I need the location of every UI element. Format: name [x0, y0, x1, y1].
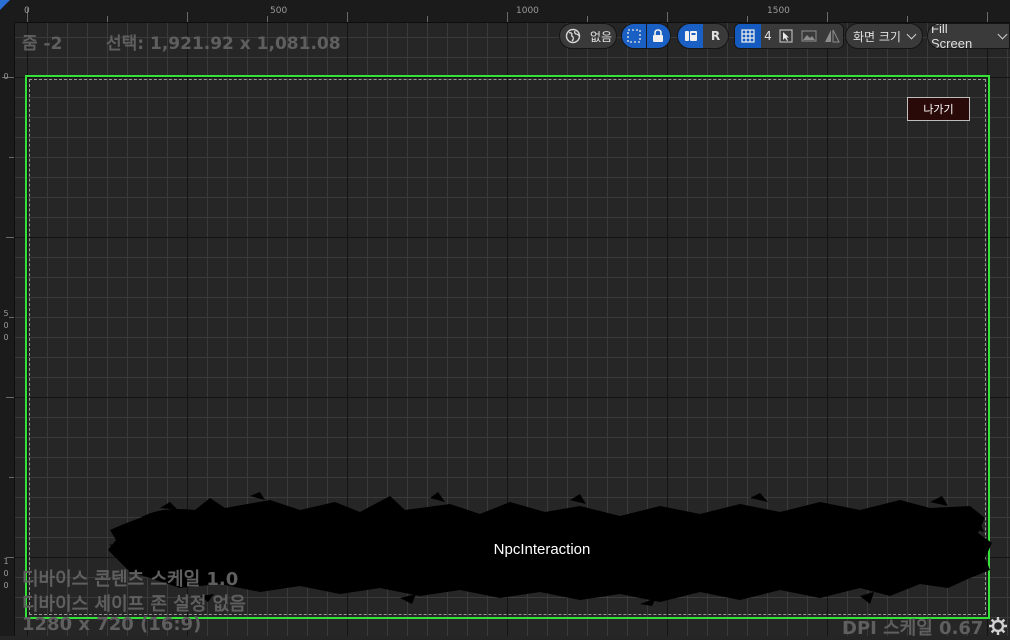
- dpi-scale-label: DPI 스케일 0.67: [842, 618, 984, 639]
- fill-screen-label: Fill Screen: [931, 23, 973, 49]
- safe-zone-label: 디바이스 세이프 존 설정 없음: [22, 594, 246, 615]
- ruler-tick: [907, 16, 908, 22]
- fill-screen-dropdown[interactable]: Fill Screen: [927, 23, 1010, 49]
- respect-lock-r-button[interactable]: R: [703, 24, 728, 48]
- grid-snap-value[interactable]: 4: [761, 24, 775, 48]
- respect-locks-group: R: [677, 23, 729, 49]
- world-setting-dropdown[interactable]: 없음: [586, 24, 616, 48]
- ruler-tick: [827, 12, 828, 22]
- screen-size-label: 화면 크기: [853, 29, 901, 44]
- ruler-label: 1: [3, 557, 9, 566]
- selection-lock-group: [621, 23, 671, 49]
- npc-interaction-text: NpcInteraction: [493, 541, 591, 558]
- ruler-tick: [9, 157, 14, 158]
- zoom-level-label: 줌 -2: [22, 34, 63, 54]
- ruler-label: 0: [3, 72, 9, 81]
- ruler-label: 0: [3, 321, 9, 330]
- ruler-label: 1500: [767, 6, 790, 16]
- ruler-tick: [6, 237, 14, 238]
- ruler-label: 500: [270, 6, 288, 16]
- resolution-label: 1280 x 720 (16:9): [22, 614, 202, 635]
- ruler-label: 0: [24, 6, 30, 16]
- exit-button[interactable]: 나가기: [907, 97, 970, 121]
- ruler-tick: [667, 12, 668, 22]
- ruler-tick: [187, 12, 188, 22]
- ruler-tick: [747, 16, 748, 22]
- cursor-select-icon[interactable]: [775, 24, 797, 48]
- ruler-tick: [987, 12, 988, 22]
- ruler-label: 0: [3, 569, 9, 578]
- ruler-label: 0: [3, 333, 9, 342]
- ruler-tick: [107, 16, 108, 22]
- content-scale-label: 디바이스 콘텐츠 스케일 1.0: [22, 569, 239, 590]
- marquee-select-icon[interactable]: [622, 24, 646, 48]
- screen-size-dropdown[interactable]: 화면 크기: [845, 23, 923, 49]
- lock-icon[interactable]: [646, 24, 670, 48]
- flip-mirror-icon[interactable]: [821, 24, 843, 48]
- globe-icon[interactable]: [560, 24, 586, 48]
- ruler-tick: [427, 16, 428, 22]
- ruler-label: 5: [3, 309, 9, 318]
- grid-snap-icon[interactable]: [735, 24, 761, 48]
- horizontal-ruler: 0 500 1000 1500: [0, 0, 1010, 23]
- ruler-tick: [9, 477, 14, 478]
- ruler-corner-marker: [0, 0, 10, 10]
- selection-size-label: 선택: 1,921.92 x 1,081.08: [106, 34, 341, 54]
- ruler-label: 1000: [516, 6, 539, 16]
- vertical-ruler: 0 5 0 0 1 0 0: [0, 22, 15, 636]
- gear-icon[interactable]: [988, 616, 1008, 636]
- chevron-down-icon: [906, 29, 917, 39]
- ruler-tick: [6, 397, 14, 398]
- image-preview-icon[interactable]: [797, 24, 821, 48]
- ruler-label: 0: [3, 581, 9, 590]
- ruler-tick: [587, 16, 588, 22]
- world-space-group: 없음: [559, 23, 617, 49]
- grid-snap-group: 4: [734, 23, 844, 49]
- ruler-tick: [507, 12, 508, 22]
- ruler-tick: [347, 12, 348, 22]
- ruler-tick: [267, 16, 268, 22]
- layout-toggle-icon[interactable]: [678, 24, 703, 48]
- chevron-down-icon: [997, 29, 1008, 39]
